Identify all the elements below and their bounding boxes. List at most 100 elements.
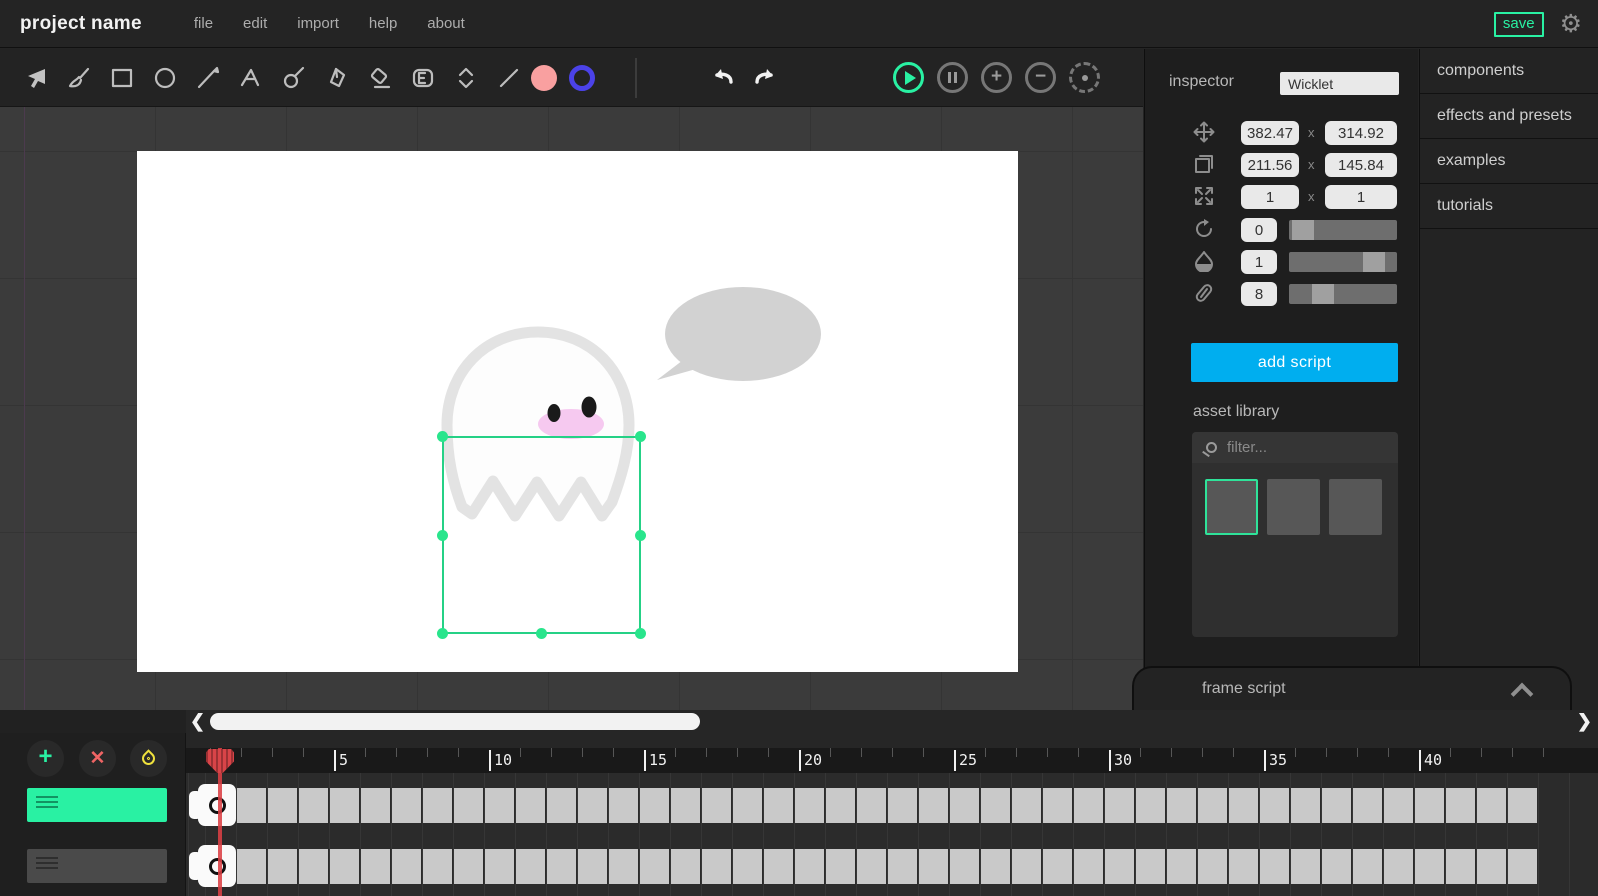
asset-thumbnail-1[interactable] xyxy=(1205,479,1258,535)
frame-cell[interactable] xyxy=(1136,849,1165,884)
frame-cell[interactable] xyxy=(516,788,545,823)
scale-y-field[interactable]: 1 xyxy=(1325,185,1397,209)
position-y-field[interactable]: 314.92 xyxy=(1325,121,1397,145)
rotation-field[interactable]: 0 xyxy=(1241,218,1277,242)
scroll-right-icon[interactable]: ❯ xyxy=(1577,711,1592,732)
line-tool-icon[interactable] xyxy=(495,64,523,92)
frame-cell[interactable] xyxy=(1074,849,1103,884)
frame-cell[interactable] xyxy=(640,849,669,884)
frame-cell[interactable] xyxy=(1260,849,1289,884)
layer-row-1[interactable] xyxy=(27,788,167,822)
pen-tool-icon[interactable] xyxy=(323,64,351,92)
frame-cell[interactable] xyxy=(1291,849,1320,884)
frame-cell[interactable] xyxy=(268,849,297,884)
timeline-ruler[interactable]: 510152025303540 xyxy=(186,748,1598,773)
frame-cell[interactable] xyxy=(485,788,514,823)
canvas-workspace[interactable] xyxy=(0,107,1143,710)
selection-handle-top-left[interactable] xyxy=(437,431,448,442)
frame-cell[interactable] xyxy=(392,788,421,823)
opacity-slider[interactable] xyxy=(1289,252,1397,272)
frame-cell[interactable] xyxy=(888,849,917,884)
menu-components[interactable]: components xyxy=(1420,49,1598,94)
keyframe-cell[interactable] xyxy=(198,845,236,887)
pause-button[interactable] xyxy=(937,62,968,93)
fill-bucket-tool-icon[interactable] xyxy=(409,64,437,92)
menu-examples[interactable]: examples xyxy=(1420,139,1598,184)
layer-row-2[interactable] xyxy=(27,849,167,883)
frame-cell[interactable] xyxy=(299,849,328,884)
frames-grid[interactable] xyxy=(186,773,1598,896)
frame-cell[interactable] xyxy=(1446,788,1475,823)
frame-cell[interactable] xyxy=(547,849,576,884)
zoom-out-button[interactable]: − xyxy=(1025,62,1056,93)
scrollbar-thumb[interactable] xyxy=(210,713,700,730)
frame-cell[interactable] xyxy=(1167,849,1196,884)
frame-cell[interactable] xyxy=(950,849,979,884)
frame-cell[interactable] xyxy=(516,849,545,884)
play-button[interactable] xyxy=(893,62,924,93)
menu-file[interactable]: file xyxy=(194,15,213,32)
frame-cell[interactable] xyxy=(578,849,607,884)
frame-cell[interactable] xyxy=(1198,788,1227,823)
frame-cell[interactable] xyxy=(733,849,762,884)
selection-handle-mid-left[interactable] xyxy=(437,530,448,541)
text-tool-icon[interactable] xyxy=(237,64,265,92)
keyframe-cell[interactable] xyxy=(198,784,236,826)
frame-cell[interactable] xyxy=(1508,849,1537,884)
frame-cell[interactable] xyxy=(330,788,359,823)
rectangle-tool-icon[interactable] xyxy=(108,64,136,92)
height-field[interactable]: 145.84 xyxy=(1325,153,1397,177)
selection-handle-top-right[interactable] xyxy=(635,431,646,442)
frame-cell[interactable] xyxy=(423,788,452,823)
frame-cell[interactable] xyxy=(1012,788,1041,823)
frame-cell[interactable] xyxy=(733,788,762,823)
brush-tool-icon[interactable] xyxy=(65,64,93,92)
width-field[interactable]: 211.56 xyxy=(1241,153,1299,177)
save-button[interactable]: save xyxy=(1494,12,1544,37)
frame-cell[interactable] xyxy=(330,849,359,884)
frame-cell[interactable] xyxy=(1477,849,1506,884)
frame-script-panel[interactable]: frame script xyxy=(1132,666,1572,710)
menu-edit[interactable]: edit xyxy=(243,15,267,32)
frame-cell[interactable] xyxy=(1167,788,1196,823)
frame-cell[interactable] xyxy=(1043,849,1072,884)
add-layer-button[interactable]: + xyxy=(27,740,64,777)
frame-cell[interactable] xyxy=(1043,788,1072,823)
asset-thumbnail-2[interactable] xyxy=(1267,479,1320,535)
frame-cell[interactable] xyxy=(764,849,793,884)
recenter-button[interactable] xyxy=(1069,62,1100,93)
ellipse-tool-icon[interactable] xyxy=(151,64,179,92)
frame-cell[interactable] xyxy=(795,788,824,823)
menu-import[interactable]: import xyxy=(297,15,339,32)
frame-cell[interactable] xyxy=(1260,788,1289,823)
frame-cell[interactable] xyxy=(1012,849,1041,884)
frame-cell[interactable] xyxy=(237,849,266,884)
frame-cell[interactable] xyxy=(919,788,948,823)
redo-icon[interactable] xyxy=(751,62,781,93)
frame-cell[interactable] xyxy=(640,788,669,823)
frame-cell[interactable] xyxy=(1229,788,1258,823)
rotation-slider[interactable] xyxy=(1289,220,1397,240)
frame-cell[interactable] xyxy=(826,849,855,884)
layer-drag-handle[interactable] xyxy=(36,796,58,811)
stroke-width-slider[interactable] xyxy=(1289,284,1397,304)
frame-cell[interactable] xyxy=(454,788,483,823)
frame-cell[interactable] xyxy=(671,788,700,823)
frame-cell[interactable] xyxy=(1353,849,1382,884)
frame-cell[interactable] xyxy=(702,788,731,823)
frame-cell[interactable] xyxy=(299,788,328,823)
selection-handle-bottom-left[interactable] xyxy=(437,628,448,639)
zoom-in-button[interactable]: + xyxy=(981,62,1012,93)
opacity-field[interactable]: 1 xyxy=(1241,250,1277,274)
frame-cell[interactable] xyxy=(1415,788,1444,823)
frame-cell[interactable] xyxy=(609,788,638,823)
menu-tutorials[interactable]: tutorials xyxy=(1420,184,1598,229)
frame-cell[interactable] xyxy=(361,849,390,884)
scale-x-field[interactable]: 1 xyxy=(1241,185,1299,209)
add-script-button[interactable]: add script xyxy=(1191,343,1398,382)
frame-cell[interactable] xyxy=(1384,849,1413,884)
asset-thumbnail-3[interactable] xyxy=(1329,479,1382,535)
frame-cell[interactable] xyxy=(268,788,297,823)
undo-icon[interactable] xyxy=(707,62,737,93)
frame-cell[interactable] xyxy=(1105,849,1134,884)
